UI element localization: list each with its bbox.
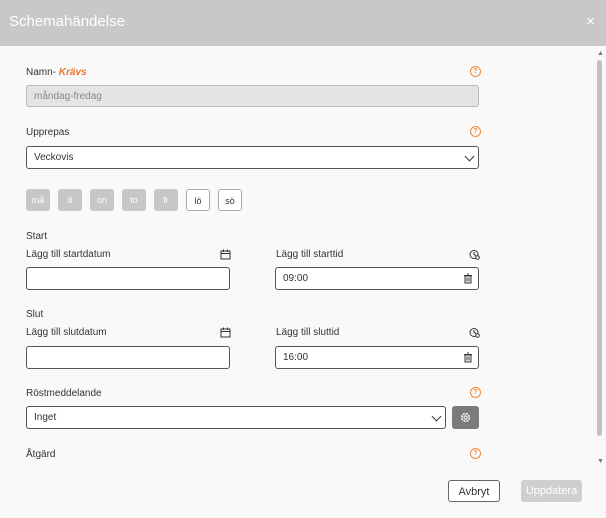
end-date-label: Lägg till slutdatum xyxy=(26,327,107,338)
help-icon[interactable]: ? xyxy=(470,126,481,137)
help-icon[interactable]: ? xyxy=(470,66,481,77)
day-toggle[interactable]: sö xyxy=(218,189,242,211)
name-label: Namn- Krävs xyxy=(26,67,87,78)
trash-icon[interactable] xyxy=(463,352,473,363)
start-date-input[interactable] xyxy=(26,267,230,290)
end-time-label: Lägg till sluttid xyxy=(276,327,340,338)
start-time-label: Lägg till starttid xyxy=(276,249,344,260)
day-toggle[interactable]: to xyxy=(122,189,146,211)
end-date-input[interactable] xyxy=(26,346,230,369)
end-heading: Slut xyxy=(26,309,44,320)
voicemail-label: Röstmeddelande xyxy=(26,388,102,399)
scroll-down-icon[interactable]: ▼ xyxy=(597,458,604,465)
voicemail-select[interactable]: Inget xyxy=(26,406,446,429)
voicemail-select-value: Inget xyxy=(34,412,57,423)
dialog-titlebar: Schemahändelse × xyxy=(0,0,606,46)
repeat-label: Upprepas xyxy=(26,127,70,138)
chevron-down-icon xyxy=(431,411,442,422)
day-toggle[interactable]: må xyxy=(26,189,50,211)
update-button[interactable]: Uppdatera xyxy=(521,480,582,502)
calendar-icon[interactable] xyxy=(220,327,231,338)
repeat-select[interactable]: Veckovis xyxy=(26,146,479,169)
start-heading: Start xyxy=(26,231,48,242)
close-icon[interactable]: × xyxy=(586,14,595,30)
start-time-value: 09:00 xyxy=(283,273,309,284)
calendar-icon[interactable] xyxy=(220,249,231,260)
day-toggle[interactable]: on xyxy=(90,189,114,211)
voicemail-settings-button[interactable] xyxy=(452,406,479,429)
repeat-select-value: Veckovis xyxy=(34,152,74,163)
help-icon[interactable]: ? xyxy=(470,448,481,459)
start-time-input[interactable]: 09:00 xyxy=(275,267,479,290)
gear-icon xyxy=(460,412,471,423)
dialog-title: Schemahändelse xyxy=(9,13,125,30)
scroll-up-icon[interactable]: ▲ xyxy=(597,50,604,57)
scrollbar-thumb[interactable] xyxy=(597,60,602,436)
action-label: Åtgärd xyxy=(26,449,56,460)
required-label: Krävs xyxy=(58,67,87,78)
clock-icon[interactable] xyxy=(469,249,480,260)
name-field-value: måndag-fredag xyxy=(34,90,102,102)
name-field[interactable]: måndag-fredag xyxy=(26,85,479,107)
day-toggle[interactable]: fr xyxy=(154,189,178,211)
trash-icon[interactable] xyxy=(463,273,473,284)
help-icon[interactable]: ? xyxy=(470,387,481,398)
day-toggle[interactable]: ti xyxy=(58,189,82,211)
cancel-button[interactable]: Avbryt xyxy=(448,480,500,502)
start-date-label: Lägg till startdatum xyxy=(26,249,111,260)
end-time-value: 16:00 xyxy=(283,352,309,363)
day-toggle[interactable]: lö xyxy=(186,189,210,211)
end-time-input[interactable]: 16:00 xyxy=(275,346,479,369)
chevron-down-icon xyxy=(464,151,475,162)
clock-icon[interactable] xyxy=(469,327,480,338)
